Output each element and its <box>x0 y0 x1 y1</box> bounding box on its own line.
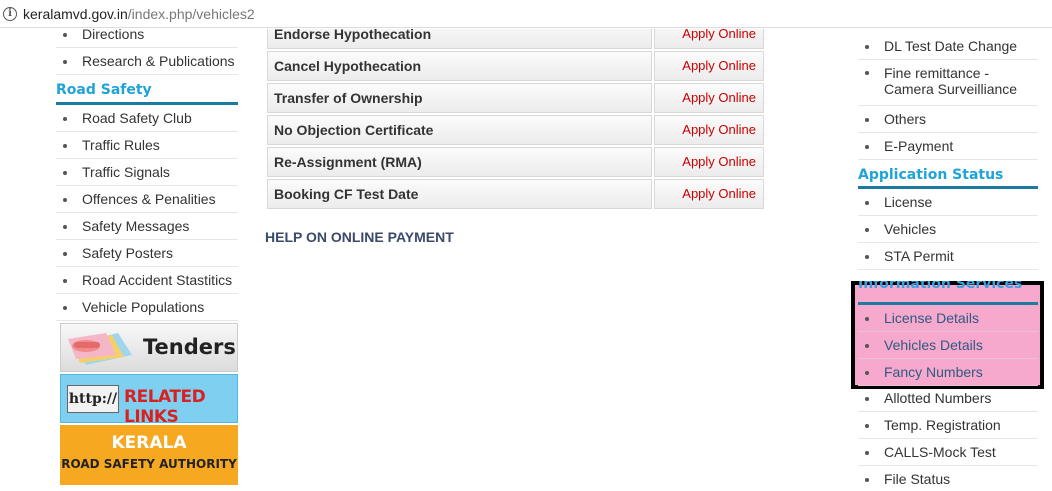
url-host: keralamvd.gov.in <box>23 5 128 22</box>
table-row: Re-Assignment (RMA) Apply Online <box>265 147 765 179</box>
list-item[interactable]: Safety Posters <box>56 240 238 267</box>
right-sidebar: DL Test Date Change Fine remittance - Ca… <box>858 33 1038 270</box>
help-online-payment-heading: HELP ON ONLINE PAYMENT <box>265 229 454 245</box>
info-icon[interactable]: i <box>3 6 17 21</box>
rsa-label: ROAD SAFETY AUTHORITY <box>61 457 237 471</box>
list-item[interactable]: File Status <box>858 466 1038 491</box>
list-item[interactable]: Vehicle Populations <box>56 294 238 321</box>
information-services-heading: Information Services <box>858 281 1038 305</box>
service-name: Transfer of Ownership <box>267 83 652 113</box>
information-services-list: License Details Vehicles Details Fancy N… <box>858 305 1038 386</box>
list-item[interactable]: Fancy Numbers <box>858 359 1038 386</box>
address-bar[interactable]: i keralamvd.gov.in/index.php/vehicles2 <box>0 0 1052 28</box>
tenders-label: Tenders <box>143 335 236 359</box>
list-item[interactable]: Offences & Penalities <box>56 186 238 213</box>
url-path: /index.php/vehicles2 <box>127 5 255 22</box>
list-item[interactable]: Safety Messages <box>56 213 238 240</box>
list-item[interactable]: License Details <box>858 305 1038 332</box>
list-item[interactable]: Vehicles <box>858 216 1038 243</box>
table-row: No Objection Certificate Apply Online <box>265 115 765 147</box>
road-safety-authority-banner[interactable]: KERALA ROAD SAFETY AUTHORITY <box>60 425 238 485</box>
information-services-section: Information Services License Details Veh… <box>858 281 1038 386</box>
page-viewport: Directions Research & Publications Road … <box>0 29 1052 491</box>
service-name: Cancel Hypothecation <box>267 51 652 81</box>
information-services-title: Information Services <box>858 281 1023 292</box>
information-services-more: Allotted Numbers Temp. Registration CALL… <box>858 385 1038 491</box>
information-services-more-list: Allotted Numbers Temp. Registration CALL… <box>858 385 1038 491</box>
related-links-label: RELATED LINKS <box>124 387 206 423</box>
apply-online-link[interactable]: Apply Online <box>654 29 764 49</box>
application-status-list: License Vehicles STA Permit <box>858 189 1038 270</box>
list-item[interactable]: License <box>858 189 1038 216</box>
apply-online-link[interactable]: Apply Online <box>654 179 764 209</box>
service-name: Endorse Hypothecation <box>267 29 652 49</box>
url-text[interactable]: keralamvd.gov.in/index.php/vehicles2 <box>23 6 255 22</box>
related-links-banner[interactable]: http:// RELATED LINKS <box>60 374 238 423</box>
table-row: Cancel Hypothecation Apply Online <box>265 51 765 83</box>
table-row: Endorse Hypothecation Apply Online <box>265 29 765 51</box>
list-item[interactable]: Temp. Registration <box>858 412 1038 439</box>
table-row: Transfer of Ownership Apply Online <box>265 83 765 115</box>
list-item[interactable]: Traffic Signals <box>56 159 238 186</box>
right-top-list: DL Test Date Change Fine remittance - Ca… <box>858 33 1038 160</box>
http-icon: http:// <box>67 385 119 413</box>
list-item[interactable]: Traffic Rules <box>56 132 238 159</box>
list-item[interactable]: Research & Publications <box>56 48 238 75</box>
list-item[interactable]: STA Permit <box>858 243 1038 270</box>
road-safety-list: Road Safety Club Traffic Rules Traffic S… <box>56 105 238 321</box>
service-name: No Objection Certificate <box>267 115 652 145</box>
service-name: Re-Assignment (RMA) <box>267 147 652 177</box>
road-safety-heading: Road Safety <box>56 75 238 105</box>
left-sidebar: Directions Research & Publications Road … <box>56 29 238 485</box>
table-row: Booking CF Test Date Apply Online <box>265 179 765 211</box>
apply-online-link[interactable]: Apply Online <box>654 147 764 177</box>
apply-online-link[interactable]: Apply Online <box>654 115 764 145</box>
list-item[interactable]: Road Safety Club <box>56 105 238 132</box>
kerala-label: KERALA <box>111 433 187 453</box>
application-status-heading: Application Status <box>858 160 1038 189</box>
list-item[interactable]: Road Accident Stastitics <box>56 267 238 294</box>
tenders-banner[interactable]: Tenders <box>60 323 238 372</box>
list-item[interactable]: E-Payment <box>858 133 1038 160</box>
papers-icon <box>68 333 132 365</box>
list-item[interactable]: Directions <box>56 29 238 48</box>
services-table: Endorse Hypothecation Apply Online Cance… <box>265 29 765 211</box>
apply-online-link[interactable]: Apply Online <box>654 51 764 81</box>
left-top-list: Directions Research & Publications <box>56 29 238 75</box>
list-item[interactable]: CALLS-Mock Test <box>858 439 1038 466</box>
list-item[interactable]: DL Test Date Change <box>858 33 1038 60</box>
list-item[interactable]: Allotted Numbers <box>858 385 1038 412</box>
list-item[interactable]: Vehicles Details <box>858 332 1038 359</box>
apply-online-link[interactable]: Apply Online <box>654 83 764 113</box>
list-item[interactable]: Fine remittance - Camera Surveilliance <box>858 60 1038 106</box>
service-name: Booking CF Test Date <box>267 179 652 209</box>
list-item[interactable]: Others <box>858 106 1038 133</box>
